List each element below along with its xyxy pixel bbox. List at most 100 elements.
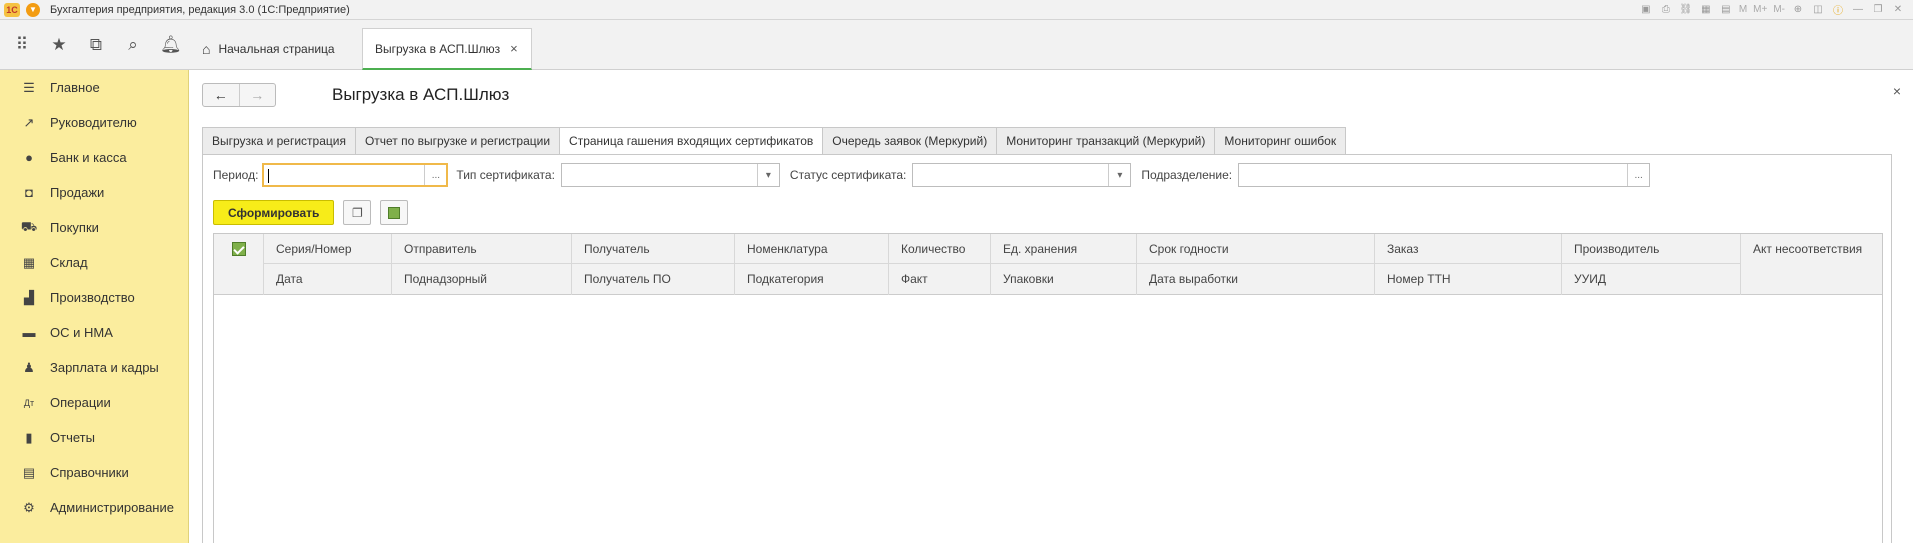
- division-value[interactable]: [1239, 164, 1627, 186]
- column-header[interactable]: Номер ТТН: [1375, 264, 1561, 294]
- tab-error-monitoring[interactable]: Мониторинг ошибок: [1215, 127, 1347, 155]
- column-nomenclature[interactable]: Номенклатура Подкатегория: [735, 234, 889, 295]
- column-header[interactable]: Производитель: [1562, 234, 1740, 264]
- column-header[interactable]: Поднадзорный: [392, 264, 571, 294]
- cert-type-field[interactable]: ▾: [560, 163, 780, 187]
- chevron-down-icon[interactable]: ▾: [1108, 164, 1130, 186]
- column-header[interactable]: Номенклатура: [735, 234, 888, 264]
- tab-export-report[interactable]: Отчет по выгрузке и регистрации: [355, 127, 561, 155]
- sidebar: ☰ Главное ↗ Руководителю ● Банк и касса ◘ Пр…: [0, 70, 189, 543]
- period-value[interactable]: [264, 165, 424, 185]
- search-icon[interactable]: ⌕: [123, 35, 143, 55]
- zoom-icon[interactable]: ⊕: [1791, 3, 1805, 17]
- link-icon[interactable]: ⛓: [1679, 3, 1693, 17]
- form-tabs: Выгрузка и регистрация Отчет по выгрузке…: [202, 127, 1347, 155]
- back-arrow-icon[interactable]: ←: [203, 84, 240, 106]
- sidebar-item-label: Главное: [50, 80, 100, 95]
- notifications-bell-icon[interactable]: 🔔︎: [160, 35, 182, 55]
- period-select-button[interactable]: ...: [424, 165, 446, 185]
- column-header[interactable]: Акт несоответствия: [1741, 234, 1884, 264]
- calculator-icon[interactable]: ▤: [1719, 3, 1733, 17]
- close-window-icon[interactable]: ✕: [1891, 3, 1905, 17]
- tab-transaction-monitoring[interactable]: Мониторинг транзакций (Меркурий): [997, 127, 1216, 155]
- sidebar-item-production[interactable]: ▟ Производство: [0, 280, 188, 315]
- column-header[interactable]: Количество: [889, 234, 990, 264]
- tab-home[interactable]: ⌂ Начальная страница: [192, 34, 345, 64]
- tab-request-queue[interactable]: Очередь заявок (Меркурий): [823, 127, 998, 155]
- tab-export-registration[interactable]: Выгрузка и регистрация: [202, 127, 356, 155]
- column-header[interactable]: Факт: [889, 264, 990, 294]
- column-quantity[interactable]: Количество Факт: [889, 234, 991, 295]
- print-icon[interactable]: ⎙: [1659, 3, 1673, 17]
- chevron-down-icon[interactable]: ▾: [756, 164, 779, 186]
- division-field[interactable]: ...: [1238, 163, 1651, 187]
- sidebar-item-sales[interactable]: ◘ Продажи: [0, 175, 188, 210]
- sidebar-item-references[interactable]: ▤ Справочники: [0, 455, 188, 490]
- history-icon[interactable]: ⧉: [86, 35, 106, 55]
- column-header[interactable]: Срок годности: [1137, 234, 1374, 264]
- apps-grid-icon[interactable]: ⠿: [12, 35, 32, 55]
- sidebar-item-salary[interactable]: ♟ Зарплата и кадры: [0, 350, 188, 385]
- sidebar-item-reports[interactable]: ▮ Отчеты: [0, 420, 188, 455]
- column-header[interactable]: Дата выработки: [1137, 264, 1374, 294]
- column-sender[interactable]: Отправитель Поднадзорный: [392, 234, 572, 295]
- restore-icon[interactable]: ❐: [1871, 3, 1885, 17]
- sidebar-item-main[interactable]: ☰ Главное: [0, 70, 188, 105]
- tab-certificate-redemption[interactable]: Страница гашения входящих сертификатов: [560, 127, 824, 155]
- column-checkbox[interactable]: [214, 234, 264, 295]
- sidebar-item-warehouse[interactable]: ▦ Склад: [0, 245, 188, 280]
- checkbox-icon[interactable]: [231, 242, 246, 256]
- column-header[interactable]: Получатель ПО: [572, 264, 734, 294]
- column-expiry[interactable]: Срок годности Дата выработки: [1137, 234, 1375, 295]
- tab-panel: Период: ... Тип сертификата: ▾ Статус се…: [202, 154, 1892, 543]
- column-header[interactable]: Отправитель: [392, 234, 571, 264]
- column-order[interactable]: Заказ Номер ТТН: [1375, 234, 1562, 295]
- column-header[interactable]: Подкатегория: [735, 264, 888, 294]
- cert-type-value[interactable]: [562, 164, 757, 186]
- column-header[interactable]: Получатель: [572, 234, 734, 264]
- sidebar-item-assets[interactable]: ▬ ОС и НМА: [0, 315, 188, 350]
- sidebar-item-manager[interactable]: ↗ Руководителю: [0, 105, 188, 140]
- column-header[interactable]: УУИД: [1562, 264, 1740, 294]
- certificates-table[interactable]: Серия/Номер Дата Отправитель Поднадзорны…: [213, 233, 1883, 543]
- cert-status-value[interactable]: [913, 164, 1108, 186]
- memory-minus-button[interactable]: M-: [1773, 3, 1785, 17]
- save-icon[interactable]: ▣: [1639, 3, 1653, 17]
- main-menu-icon[interactable]: ▼: [26, 2, 40, 17]
- generate-button[interactable]: Сформировать: [213, 200, 335, 225]
- sidebar-item-label: Руководителю: [50, 115, 137, 130]
- sidebar-item-bank[interactable]: ● Банк и касса: [0, 140, 188, 175]
- column-serial[interactable]: Серия/Номер Дата: [264, 234, 392, 295]
- panels-icon[interactable]: ◫: [1811, 3, 1825, 17]
- period-field[interactable]: ...: [262, 163, 449, 187]
- division-select-button[interactable]: ...: [1627, 164, 1649, 186]
- mark-all-icon[interactable]: [380, 200, 409, 225]
- forward-arrow-icon[interactable]: →: [240, 84, 276, 106]
- column-header[interactable]: Заказ: [1375, 234, 1561, 264]
- sidebar-item-label: Справочники: [50, 465, 129, 480]
- sidebar-item-purchases[interactable]: ⛟ Покупки: [0, 210, 188, 245]
- sidebar-item-operations[interactable]: Дт Операции: [0, 385, 188, 420]
- favorites-star-icon[interactable]: ★: [49, 35, 69, 55]
- trend-icon: ↗: [23, 114, 35, 130]
- minimize-icon[interactable]: —: [1851, 3, 1865, 17]
- memory-plus-button[interactable]: M+: [1753, 3, 1767, 17]
- cert-status-field[interactable]: ▾: [912, 163, 1132, 187]
- close-tab-icon[interactable]: ×: [510, 41, 518, 56]
- column-manufacturer[interactable]: Производитель УУИД: [1562, 234, 1741, 295]
- tab-export-asp[interactable]: Выгрузка в АСП.Шлюз ×: [362, 28, 532, 70]
- sidebar-item-admin[interactable]: ⚙ Администрирование: [0, 490, 188, 525]
- close-form-icon[interactable]: ×: [1893, 83, 1901, 99]
- column-nonconformity[interactable]: Акт несоответствия: [1741, 234, 1884, 295]
- nav-buttons: ← →: [202, 83, 276, 107]
- column-header[interactable]: Упаковки: [991, 264, 1136, 294]
- column-header[interactable]: Серия/Номер: [264, 234, 391, 264]
- column-header[interactable]: Дата: [264, 264, 391, 294]
- column-storage-unit[interactable]: Ед. хранения Упаковки: [991, 234, 1137, 295]
- info-icon[interactable]: ⓘ: [1831, 3, 1845, 17]
- copy-icon[interactable]: ❐: [343, 200, 372, 225]
- column-recipient[interactable]: Получатель Получатель ПО: [572, 234, 735, 295]
- calendar-icon[interactable]: ▦: [1699, 3, 1713, 17]
- memory-button[interactable]: M: [1739, 3, 1747, 17]
- column-header[interactable]: Ед. хранения: [991, 234, 1136, 264]
